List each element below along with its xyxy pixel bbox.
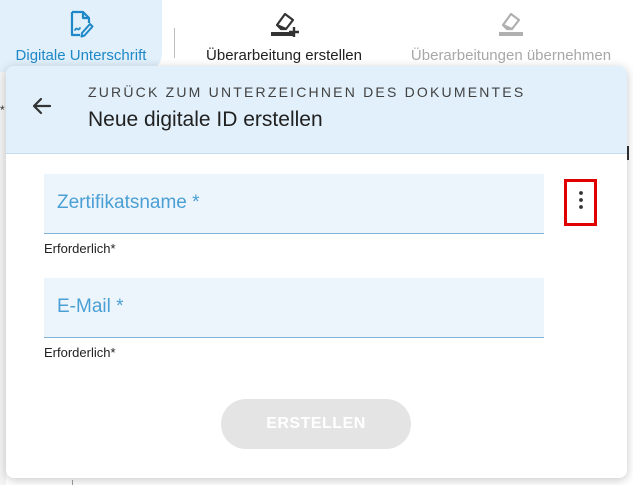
- arrow-left-icon: [30, 94, 54, 123]
- back-button[interactable]: [24, 90, 60, 126]
- toolbar-divider: [174, 28, 175, 58]
- background-divider: [72, 480, 73, 485]
- email-field[interactable]: E-Mail *: [44, 278, 544, 338]
- create-digital-id-panel: ZURÜCK ZUM UNTERZEICHNEN DES DOKUMENTES …: [6, 66, 627, 478]
- tab-create-revision[interactable]: Überarbeitung erstellen: [190, 0, 378, 72]
- tab-apply-revisions[interactable]: Überarbeitungen übernehmen: [396, 0, 626, 72]
- panel-header: ZURÜCK ZUM UNTERZEICHNEN DES DOKUMENTES …: [6, 66, 627, 154]
- create-button[interactable]: ERSTELLEN: [221, 399, 411, 449]
- background-mark: [627, 146, 629, 160]
- field-label: Zertifikatsname *: [57, 192, 200, 213]
- panel-title: Neue digitale ID erstellen: [88, 108, 323, 131]
- back-to-sign-link[interactable]: ZURÜCK ZUM UNTERZEICHNEN DES DOKUMENTES: [88, 84, 525, 100]
- document-signature-icon: [64, 9, 98, 39]
- eraser-add-icon: [267, 9, 301, 39]
- tab-label: Überarbeitungen übernehmen: [410, 47, 612, 64]
- tab-label: Digitale Unterschrift: [15, 47, 147, 64]
- tab-label: Überarbeitung erstellen: [206, 47, 362, 64]
- certificate-name-field[interactable]: Zertifikatsname *: [44, 174, 544, 234]
- background-asterisk: *: [0, 103, 5, 117]
- eraser-icon: [494, 9, 528, 39]
- field-hint: Erforderlich*: [44, 345, 116, 360]
- toolbar: Digitale Unterschrift Überarbeitung erst…: [0, 0, 633, 72]
- more-options-button[interactable]: [564, 179, 597, 226]
- more-vertical-icon: [578, 190, 584, 215]
- field-hint: Erforderlich*: [44, 241, 116, 256]
- tab-digital-signature[interactable]: Digitale Unterschrift: [0, 0, 162, 72]
- field-label: E-Mail *: [57, 296, 124, 317]
